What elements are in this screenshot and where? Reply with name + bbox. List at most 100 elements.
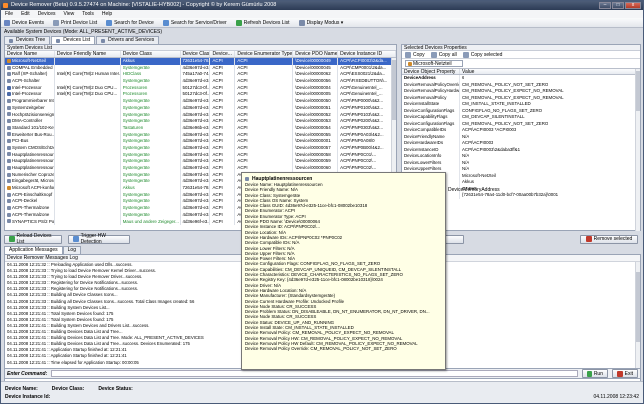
tab-log[interactable]: Log [62, 246, 81, 254]
device-row[interactable]: ACPI-Schalter Systemgeräte 4d36e97d-e3... A… [5, 78, 396, 85]
properties-header: Device Object Property Value [402, 68, 640, 75]
device-cell-enum: ACPI [235, 58, 294, 65]
scroll-thumb[interactable] [636, 272, 640, 342]
properties-tool-copy-all[interactable]: Copy all [430, 51, 457, 58]
menu-item-tools[interactable]: Tools [82, 10, 94, 18]
remove-selected-button[interactable]: Remove selected [580, 234, 638, 244]
device-icon [7, 165, 11, 170]
device-cell-dev: ACPI [210, 165, 236, 172]
exit-button[interactable]: Exit [612, 369, 638, 378]
device-cell-dev: ACPI [210, 91, 236, 99]
scroll-thumb[interactable] [636, 71, 640, 111]
minimize-button[interactable]: – [599, 2, 611, 9]
device-cell-pdo: \Device\00000059 [293, 158, 339, 165]
properties-scrollbar[interactable] [635, 69, 640, 231]
scroll-thumb[interactable] [392, 60, 396, 120]
toolbar-button-2[interactable]: Search for Device [106, 19, 154, 26]
tab-label: Devices List [63, 37, 91, 43]
device-row[interactable]: Hauptplatinenressourcen Systemgeräte4d36e… [5, 151, 396, 159]
menu-item-edit[interactable]: Edit [21, 10, 30, 18]
device-cell-guid: 4d36e97d-e3... [182, 165, 211, 172]
device-row[interactable]: Programmierbarer Interru... Systemgeräte4… [5, 98, 396, 105]
device-icon [7, 105, 11, 110]
device-cell-enum: ACPI [235, 84, 294, 92]
property-column-header[interactable]: Device Object Property [402, 69, 460, 75]
column-header[interactable]: Device Class [121, 51, 181, 57]
device-row[interactable]: COMPAL Embedded Sys... Systemgeräte4d36e9… [5, 64, 396, 72]
properties-device-tab[interactable]: Microsoft-Netzteil [405, 60, 463, 67]
properties-tool-copy-selected[interactable]: Copy selected [462, 51, 503, 58]
device-row[interactable]: Intel-Prozessor Intel(R) Core(TM)2 Duo CP… [5, 84, 396, 92]
device-icon [7, 205, 11, 210]
toolbar-button-5[interactable]: Display Modus ▾ [298, 19, 343, 26]
device-name: ACPI-Schalter [12, 78, 40, 84]
menu-item-view[interactable]: View [63, 10, 74, 18]
battery-icon [408, 61, 412, 66]
column-header[interactable]: Device... [210, 51, 236, 57]
tab-devices-tree[interactable]: Devices Tree [4, 36, 51, 44]
toolbar-button-3[interactable]: Search for Service/Driver [162, 19, 227, 26]
tab-icon [9, 38, 13, 43]
window-title: Device Remover (Beta) 0.9.5.27474 on Mac… [11, 2, 277, 8]
column-header[interactable]: Device Friendly Name [55, 51, 121, 57]
device-cell-name: ACPI-Thermalzone [5, 211, 55, 219]
tab-devices-list[interactable]: Devices List [51, 36, 96, 44]
close-button[interactable]: x [625, 2, 641, 9]
maximize-button[interactable]: □ [612, 2, 624, 9]
device-cell-name: Programmierbarer Interru... [5, 98, 55, 105]
device-icon [245, 176, 249, 181]
device-cell-enum: ACPI [235, 104, 294, 112]
device-row[interactable]: Hochpräzisionsereignisz... Systemgeräte4d… [5, 111, 396, 119]
device-row[interactable]: Erweiterter Bus-Rou... Systemgeräte 4d36e9… [5, 131, 396, 139]
device-icon [7, 159, 11, 164]
device-cell-friendly [55, 98, 121, 105]
device-row[interactable]: Hauptplatinenressourcen Systemgeräte4d36e… [5, 165, 396, 172]
run-button[interactable]: Run [582, 369, 608, 378]
device-row[interactable]: Intel-Prozessor Intel(R) Core(TM)2 Duo CP… [5, 91, 396, 99]
app-icon [3, 3, 8, 8]
device-cell-dev: ACPI [210, 131, 236, 139]
tab-application-messages[interactable]: Application Messages [4, 246, 63, 254]
column-header[interactable]: Device PDO Name [293, 51, 339, 57]
toolbar-button-0[interactable]: Device Events [4, 19, 44, 26]
toolbar-button-4[interactable]: Refresh Devices List [235, 19, 290, 26]
device-cell-guid: 4d36e97d-e3... [182, 158, 211, 165]
value-column-header[interactable]: Value [460, 69, 474, 75]
toolbar-button-1[interactable]: Print Device List [52, 19, 97, 26]
device-cell-dev: ACPI [210, 124, 236, 132]
device-row[interactable]: Ralf (XP-Schalter) Intel(R) Core(TM)2 Hum… [5, 71, 396, 79]
properties-tool-copy[interactable]: Copy [405, 51, 425, 58]
device-row[interactable]: PCI-Bus Systemgeräte 4d36e97d-e3... ACPI ACP… [5, 138, 396, 145]
command-input[interactable] [51, 370, 578, 377]
device-row[interactable]: Hauptplatinenressourcen Systemgeräte4d36e… [5, 158, 396, 165]
device-row[interactable]: Systemzeitgeber Systemgeräte 4d36e97d-e3..… [5, 104, 396, 112]
device-row[interactable]: Standard 101/102-Key o... Tastaturen4d36e… [5, 124, 396, 132]
reload-devices-button[interactable]: Reload Devices List [4, 233, 62, 245]
column-header[interactable]: Device Name [5, 51, 55, 57]
exit-label: Exit [624, 370, 633, 377]
device-cell-name: Intel-Prozessor [5, 84, 55, 92]
tab-drivers-and-services[interactable]: Drivers and Services [96, 36, 160, 44]
device-cell-guid: 4d36e97d-e3... [182, 104, 211, 112]
column-header[interactable]: Device Class... [181, 51, 211, 57]
menu-item-devices[interactable]: Devices [38, 10, 56, 18]
device-row[interactable]: System CMOS/Echtzeituh... Systemgeräte4d3… [5, 144, 396, 152]
device-cell-guid: 4d36e97d-e3... [182, 211, 211, 219]
toolbar-icon [235, 19, 242, 26]
column-header[interactable]: Device Instance ID [338, 51, 396, 57]
log-scrollbar[interactable] [635, 262, 640, 369]
status-device-class: Device Class: [51, 386, 85, 392]
properties-tool-label: Copy selected [470, 51, 503, 58]
device-row[interactable]: DMA-Controller Systemgeräte 4d36e97d-e3...… [5, 118, 396, 125]
trigger-hw-detection-button[interactable]: Trigger HW Detection [68, 233, 130, 245]
device-cell-pdo: \Device\00000051 [293, 104, 339, 112]
device-cell-friendly [55, 211, 121, 219]
menu-item-file[interactable]: File [5, 10, 13, 18]
device-cell-pdo: \Device\00000004 [293, 84, 339, 92]
menu-item-help[interactable]: Help [102, 10, 112, 18]
device-row[interactable]: Microsoft-Netzteil Akkus 72631e54-78... ACP… [5, 58, 396, 65]
device-cell-pdo: \Device\00000062 [293, 71, 339, 79]
device-cell-cls: Systemgeräte [121, 198, 181, 206]
toolbar: Device Events Print Device List Search for… [1, 18, 643, 28]
column-header[interactable]: Device Enumerator Type [235, 51, 294, 57]
